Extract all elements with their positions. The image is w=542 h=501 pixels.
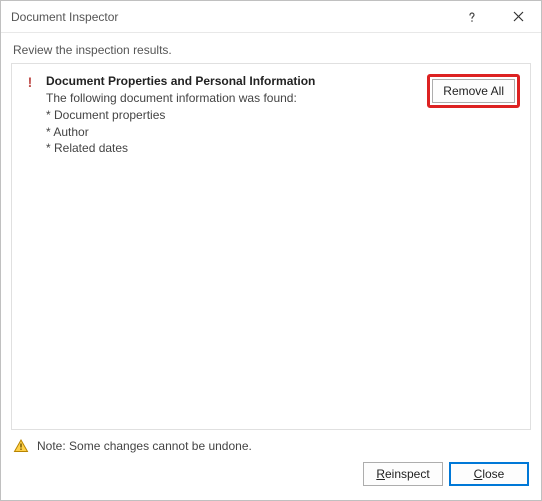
reinspect-button[interactable]: Reinspect (363, 462, 443, 486)
help-button[interactable] (449, 1, 495, 33)
results-panel: ! Document Properties and Personal Infor… (11, 63, 531, 430)
result-desc: The following document information was f… (46, 90, 411, 157)
result-text: Document Properties and Personal Informa… (46, 74, 411, 157)
warning-icon (13, 438, 29, 454)
result-title: Document Properties and Personal Informa… (46, 74, 411, 88)
footer-note: Note: Some changes cannot be undone. (13, 438, 529, 454)
window-title: Document Inspector (11, 10, 118, 24)
document-inspector-window: Document Inspector Review the inspection… (0, 0, 542, 501)
close-icon (513, 11, 524, 22)
content-wrap: ! Document Properties and Personal Infor… (1, 63, 541, 430)
remove-all-highlight: Remove All (427, 74, 520, 108)
subtitle: Review the inspection results. (1, 33, 541, 63)
result-row: ! Document Properties and Personal Infor… (22, 74, 520, 157)
alert-icon: ! (22, 74, 38, 90)
close-window-button[interactable] (495, 1, 541, 33)
remove-all-button[interactable]: Remove All (432, 79, 515, 103)
footer-buttons: Reinspect Close (13, 462, 529, 486)
help-icon (466, 11, 478, 23)
titlebar: Document Inspector (1, 1, 541, 33)
close-button[interactable]: Close (449, 462, 529, 486)
footer: Note: Some changes cannot be undone. Rei… (1, 430, 541, 500)
footer-note-text: Note: Some changes cannot be undone. (37, 439, 252, 453)
